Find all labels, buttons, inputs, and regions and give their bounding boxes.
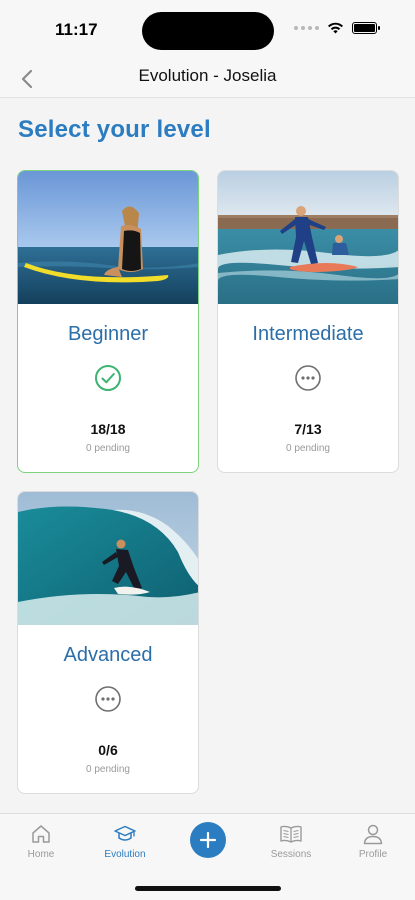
- level-progress: 0/6: [98, 742, 118, 758]
- add-button[interactable]: [190, 822, 226, 858]
- battery-icon: [352, 22, 380, 34]
- section-heading: Select your level: [18, 116, 211, 143]
- ellipsis-circle-icon: [95, 686, 121, 712]
- level-pending: 0 pending: [86, 764, 130, 775]
- level-progress: 7/13: [294, 421, 322, 437]
- status-bar: 11:17: [0, 0, 415, 60]
- dynamic-island: [142, 12, 274, 50]
- tab-label: Profile: [358, 849, 388, 860]
- status-time: 11:17: [55, 20, 98, 39]
- level-pending: 0 pending: [86, 443, 130, 454]
- tab-label: Sessions: [270, 849, 312, 860]
- wifi-icon: [328, 22, 343, 34]
- book-icon: [280, 825, 302, 843]
- level-card-advanced[interactable]: Advanced 0/6 0 pending: [17, 491, 199, 794]
- advanced-surf-photo: [18, 492, 198, 625]
- intermediate-surf-photo: [218, 171, 398, 304]
- beginner-surf-photo: [18, 171, 198, 304]
- level-name: Advanced: [63, 644, 153, 666]
- status-icons: [294, 22, 380, 34]
- tab-home[interactable]: Home: [6, 822, 76, 860]
- tab-label: Home: [27, 849, 55, 860]
- level-progress: 18/18: [90, 421, 126, 437]
- check-circle-icon: [95, 365, 121, 391]
- navigation-bar: Evolution - Joselia: [0, 60, 415, 98]
- level-name: Intermediate: [252, 323, 364, 345]
- user-icon: [363, 824, 383, 845]
- tab-label: Evolution: [104, 849, 146, 860]
- ellipsis-circle-icon: [295, 365, 321, 391]
- plus-icon: [199, 831, 217, 849]
- home-indicator: [135, 886, 281, 891]
- cellular-signal-icon: [294, 26, 319, 30]
- level-card-intermediate[interactable]: Intermediate 7/13 0 pending: [217, 170, 399, 473]
- home-icon: [32, 825, 50, 843]
- page-title: Evolution - Joselia: [138, 66, 277, 85]
- tab-profile[interactable]: Profile: [338, 822, 408, 860]
- tab-evolution[interactable]: Evolution: [90, 822, 160, 860]
- level-card-beginner[interactable]: Beginner 18/18 0 pending: [17, 170, 199, 473]
- tab-sessions[interactable]: Sessions: [256, 822, 326, 860]
- graduation-cap-icon: [114, 825, 136, 841]
- level-name: Beginner: [67, 323, 149, 345]
- level-pending: 0 pending: [286, 443, 330, 454]
